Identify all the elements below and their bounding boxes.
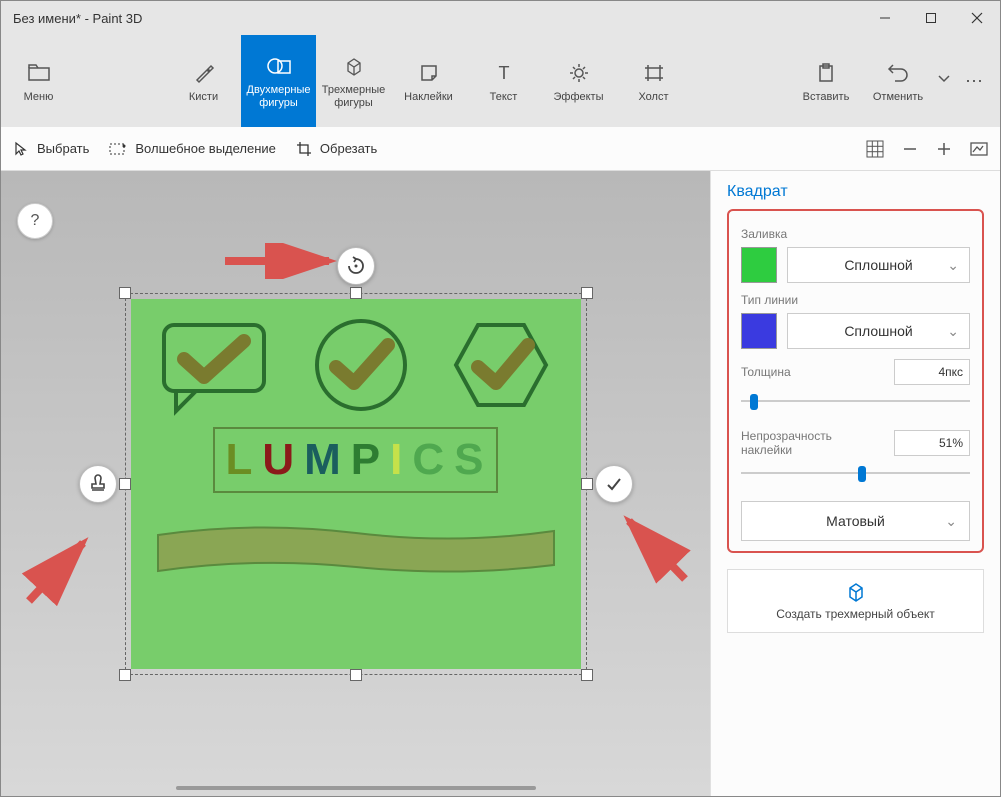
minimize-button[interactable] xyxy=(862,1,908,35)
chevron-down-icon xyxy=(938,65,950,93)
canvas-artwork: L U M P I C S xyxy=(131,299,581,669)
3d-shapes-tab[interactable]: Трехмерные фигуры xyxy=(316,35,391,127)
chevron-down-icon: ⌄ xyxy=(947,257,959,274)
line-color-swatch[interactable] xyxy=(741,313,777,349)
select-tool[interactable]: Выбрать xyxy=(13,141,89,157)
zoom-in-icon[interactable] xyxy=(936,141,952,157)
chevron-down-icon: ⌄ xyxy=(945,513,957,530)
opacity-slider[interactable] xyxy=(741,463,970,483)
cube-icon xyxy=(844,581,868,603)
2d-shapes-tab[interactable]: Двухмерные фигуры xyxy=(241,35,316,127)
stickers-tab[interactable]: Наклейки xyxy=(391,35,466,127)
thickness-label: Толщина xyxy=(741,365,791,379)
circle-check-shape xyxy=(306,317,416,417)
crop-icon xyxy=(296,141,312,157)
canvas-area[interactable]: ? L U M P I C S xyxy=(1,171,710,796)
undo-icon xyxy=(887,59,909,87)
selection[interactable]: L U M P I C S xyxy=(131,299,581,669)
brushes-tab[interactable]: Кисти xyxy=(166,35,241,127)
annotation-arrow xyxy=(221,243,341,279)
svg-text:T: T xyxy=(498,63,509,83)
handle-bl[interactable] xyxy=(119,669,131,681)
magic-select-icon xyxy=(109,141,127,157)
rotate-button[interactable] xyxy=(337,247,375,285)
handle-tr[interactable] xyxy=(581,287,593,299)
text-icon: T xyxy=(493,59,515,87)
zoom-out-icon[interactable] xyxy=(902,141,918,157)
create-3d-button[interactable]: Создать трехмерный объект xyxy=(727,569,984,633)
handle-t[interactable] xyxy=(350,287,362,299)
magic-select-tool[interactable]: Волшебное выделение xyxy=(109,141,276,157)
folder-icon xyxy=(28,59,50,87)
opacity-input[interactable] xyxy=(894,430,970,456)
content-area: ? L U M P I C S xyxy=(1,171,1000,796)
canvas-scrollbar[interactable] xyxy=(176,786,536,790)
maximize-button[interactable] xyxy=(908,1,954,35)
effects-icon xyxy=(568,59,590,87)
fill-type-dropdown[interactable]: Сплошной ⌄ xyxy=(787,247,970,283)
wave-shape xyxy=(156,521,556,577)
material-dropdown[interactable]: Матовый ⌄ xyxy=(741,501,970,541)
rotate-icon xyxy=(346,256,366,276)
speech-check-shape xyxy=(156,317,276,417)
handle-b[interactable] xyxy=(350,669,362,681)
handle-br[interactable] xyxy=(581,669,593,681)
brush-icon xyxy=(193,59,215,87)
handle-tl[interactable] xyxy=(119,287,131,299)
canvas-tab[interactable]: Холст xyxy=(616,35,691,127)
undo-button[interactable]: Отменить xyxy=(862,35,934,127)
grid-icon[interactable] xyxy=(866,140,884,158)
paste-icon xyxy=(815,59,837,87)
stamp-button[interactable] xyxy=(79,465,117,503)
fit-view-icon[interactable] xyxy=(970,141,988,157)
sticker-icon xyxy=(418,59,440,87)
effects-tab[interactable]: Эффекты xyxy=(541,35,616,127)
undo-dropdown[interactable] xyxy=(934,35,954,127)
shapes2d-icon xyxy=(266,52,292,80)
dots-icon: ⋯ xyxy=(965,71,983,92)
opacity-label: Непрозрачность наклейки xyxy=(741,429,861,457)
thickness-input[interactable] xyxy=(894,359,970,385)
window-title: Без имени* - Paint 3D xyxy=(13,11,142,26)
text-tab[interactable]: T Текст xyxy=(466,35,541,127)
crop-tool[interactable]: Обрезать xyxy=(296,141,377,157)
handle-r[interactable] xyxy=(581,478,593,490)
handle-l[interactable] xyxy=(119,478,131,490)
fill-section-label: Заливка xyxy=(741,227,970,241)
canvas-icon xyxy=(642,59,666,87)
more-button[interactable]: ⋯ xyxy=(954,35,994,127)
hexagon-check-shape xyxy=(446,317,556,417)
line-section-label: Тип линии xyxy=(741,293,970,307)
app-window: Без имени* - Paint 3D Меню Кисти Двухмер… xyxy=(0,0,1001,797)
commit-button[interactable] xyxy=(595,465,633,503)
menu-button[interactable]: Меню xyxy=(1,35,76,127)
lumpics-text: L U M P I C S xyxy=(213,427,497,493)
sidebar-title: Квадрат xyxy=(727,183,984,201)
properties-sidebar: Квадрат Заливка Сплошной ⌄ Тип линии Спл… xyxy=(710,171,1000,796)
secondary-toolbar: Выбрать Волшебное выделение Обрезать xyxy=(1,127,1000,171)
ribbon: Меню Кисти Двухмерные фигуры Трехмерные … xyxy=(1,35,1000,127)
annotation-arrow xyxy=(613,507,693,587)
cursor-icon xyxy=(13,141,29,157)
paste-button[interactable]: Вставить xyxy=(790,35,862,127)
fill-color-swatch[interactable] xyxy=(741,247,777,283)
shapes3d-icon xyxy=(342,52,366,80)
line-type-dropdown[interactable]: Сплошной ⌄ xyxy=(787,313,970,349)
titlebar: Без имени* - Paint 3D xyxy=(1,1,1000,35)
annotated-panel: Заливка Сплошной ⌄ Тип линии Сплошной ⌄ xyxy=(727,209,984,553)
chevron-down-icon: ⌄ xyxy=(947,323,959,340)
help-button[interactable]: ? xyxy=(17,203,53,239)
annotation-arrow xyxy=(21,529,101,609)
close-button[interactable] xyxy=(954,1,1000,35)
check-icon xyxy=(604,474,624,494)
thickness-slider[interactable] xyxy=(741,391,970,411)
stamp-icon xyxy=(88,474,108,494)
